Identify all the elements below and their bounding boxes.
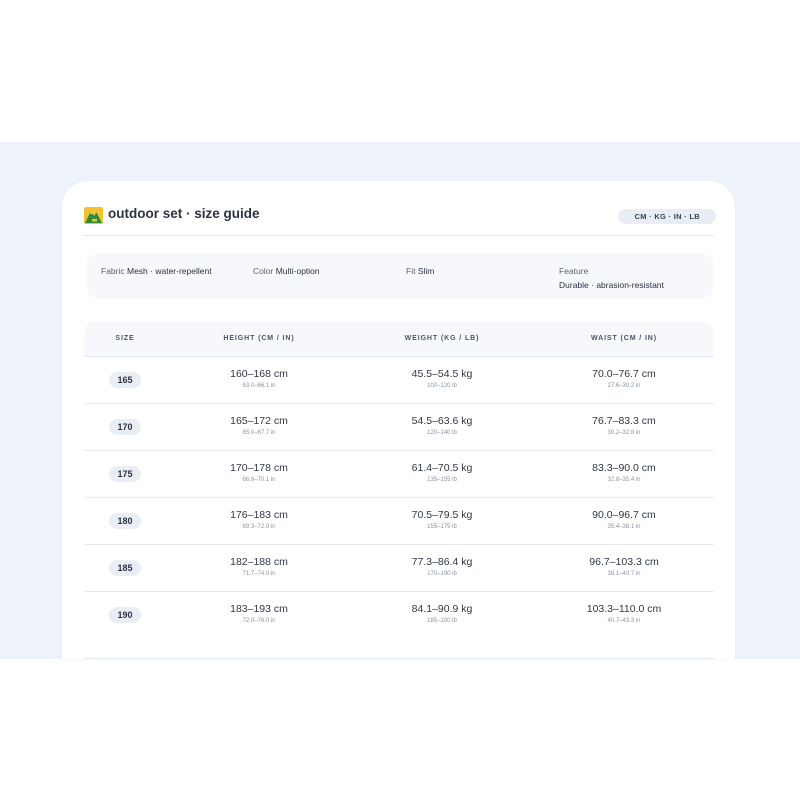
spec-color-value: Multi-option [275,266,320,276]
waist-cell: 70.0–76.7 cm 27.6–30.2 in [592,368,656,391]
weight-value: 84.1–90.9 kg [411,603,473,615]
weight-value-imperial: 170–190 lb [427,571,457,577]
waist-value: 70.0–76.7 cm [592,368,656,380]
height-cell: 182–188 cm 71.7–74.0 in [230,556,288,579]
waist-value-imperial: 27.6–30.2 in [607,383,641,389]
height-value: 165–172 cm [230,415,288,427]
waist-value-imperial: 30.2–32.8 in [607,430,641,436]
spec-fit-value: Slim [417,266,435,276]
page-title: outdoor set · size guide [108,206,260,221]
height-value: 160–168 cm [230,368,288,380]
height-cell: 183–193 cm 72.0–76.0 in [230,603,288,626]
product-specs: Fabric Mesh · water-repellent Color Mult… [86,253,714,299]
size-badge: 165 [109,372,141,388]
weight-value-imperial: 100–120 lb [427,383,457,389]
height-value: 182–188 cm [230,556,288,568]
spec-fabric: Fabric Mesh · water-repellent [101,264,212,278]
size-badge: 170 [109,419,141,435]
waist-value-imperial: 40.7–43.3 in [607,618,641,624]
height-cell: 170–178 cm 66.9–70.1 in [230,462,288,485]
spec-fabric-key: Fabric [101,266,125,276]
height-cell: 165–172 cm 65.0–67.7 in [230,415,288,438]
weight-value: 70.5–79.5 kg [411,509,473,521]
waist-value: 76.7–83.3 cm [592,415,656,427]
units-toggle[interactable]: CM · KG · IN · LB [618,209,716,224]
column-header-weight: WEIGHT (KG / LB) [404,335,480,342]
column-header-waist: WAIST (CM / IN) [591,335,657,342]
weight-value-imperial: 135–155 lb [427,477,457,483]
spec-fit: Fit Slim [406,264,434,278]
waist-value: 90.0–96.7 cm [592,509,656,521]
size-table: SIZE HEIGHT (CM / IN) WEIGHT (KG / LB) W… [84,321,714,659]
size-badge: 185 [109,560,141,576]
weight-value: 45.5–54.5 kg [411,368,473,380]
table-row: 190 183–193 cm 72.0–76.0 in 84.1–90.9 kg… [84,592,714,638]
weight-cell: 70.5–79.5 kg 155–175 lb [412,509,473,532]
mountain-logo-icon [84,207,103,224]
height-value-imperial: 69.3–72.0 in [242,524,276,530]
weight-cell: 84.1–90.9 kg 185–200 lb [412,603,473,626]
column-header-size: SIZE [115,335,135,342]
table-row: 165 160–168 cm 63.0–66.1 in 45.5–54.5 kg… [84,357,714,404]
spec-feature: Feature Durable · abrasion-resistant [559,264,664,292]
table-row: 185 182–188 cm 71.7–74.0 in 77.3–86.4 kg… [84,545,714,592]
height-value-imperial: 71.7–74.0 in [242,571,276,577]
waist-value-imperial: 32.8–35.4 in [607,477,641,483]
waist-cell: 90.0–96.7 cm 35.4–38.1 in [592,509,656,532]
spec-color-key: Color [253,266,274,276]
weight-value-imperial: 155–175 lb [427,524,457,530]
waist-cell: 103.3–110.0 cm 40.7–43.3 in [587,603,662,626]
waist-value: 103.3–110.0 cm [586,603,662,615]
weight-value: 54.5–63.6 kg [411,415,473,427]
height-value: 170–178 cm [230,462,288,474]
table-row: 175 170–178 cm 66.9–70.1 in 61.4–70.5 kg… [84,451,714,498]
weight-cell: 61.4–70.5 kg 135–155 lb [412,462,473,485]
weight-cell: 45.5–54.5 kg 100–120 lb [412,368,473,391]
height-cell: 176–183 cm 69.3–72.0 in [230,509,288,532]
height-value-imperial: 72.0–76.0 in [242,618,276,624]
weight-value: 61.4–70.5 kg [411,462,473,474]
waist-value: 96.7–103.3 cm [589,556,659,568]
weight-value-imperial: 185–200 lb [427,618,457,624]
spec-feature-value: Durable · abrasion-resistant [559,280,664,290]
waist-cell: 83.3–90.0 cm 32.8–35.4 in [592,462,656,485]
waist-value-imperial: 35.4–38.1 in [607,524,641,530]
height-cell: 160–168 cm 63.0–66.1 in [230,368,288,391]
height-value: 183–193 cm [230,603,288,615]
spec-color: Color Multi-option [253,264,320,278]
table-row: 170 165–172 cm 65.0–67.7 in 54.5–63.6 kg… [84,404,714,451]
size-badge: 190 [109,607,141,623]
weight-cell: 77.3–86.4 kg 170–190 lb [412,556,473,579]
height-value-imperial: 63.0–66.1 in [242,383,276,389]
card-header: outdoor set · size guide CM · KG · IN · … [84,206,716,236]
height-value-imperial: 65.0–67.7 in [242,430,276,436]
waist-cell: 76.7–83.3 cm 30.2–32.8 in [592,415,656,438]
spec-fabric-value: Mesh · water-repellent [127,266,212,276]
table-row: 180 176–183 cm 69.3–72.0 in 70.5–79.5 kg… [84,498,714,545]
size-badge: 180 [109,513,141,529]
size-badge: 175 [109,466,141,482]
waist-cell: 96.7–103.3 cm 38.1–40.7 in [589,556,658,579]
spec-fit-key: Fit [406,266,416,276]
height-value-imperial: 66.9–70.1 in [242,477,276,483]
table-header: SIZE HEIGHT (CM / IN) WEIGHT (KG / LB) W… [84,321,714,357]
height-value: 176–183 cm [230,509,288,521]
waist-value-imperial: 38.1–40.7 in [607,571,641,577]
weight-value-imperial: 120–140 lb [427,430,457,436]
spec-feature-key: Feature [559,266,589,276]
column-header-height: HEIGHT (CM / IN) [223,335,295,342]
waist-value: 83.3–90.0 cm [592,462,656,474]
size-guide-card: outdoor set · size guide CM · KG · IN · … [62,181,735,659]
weight-cell: 54.5–63.6 kg 120–140 lb [412,415,473,438]
weight-value: 77.3–86.4 kg [411,556,473,568]
